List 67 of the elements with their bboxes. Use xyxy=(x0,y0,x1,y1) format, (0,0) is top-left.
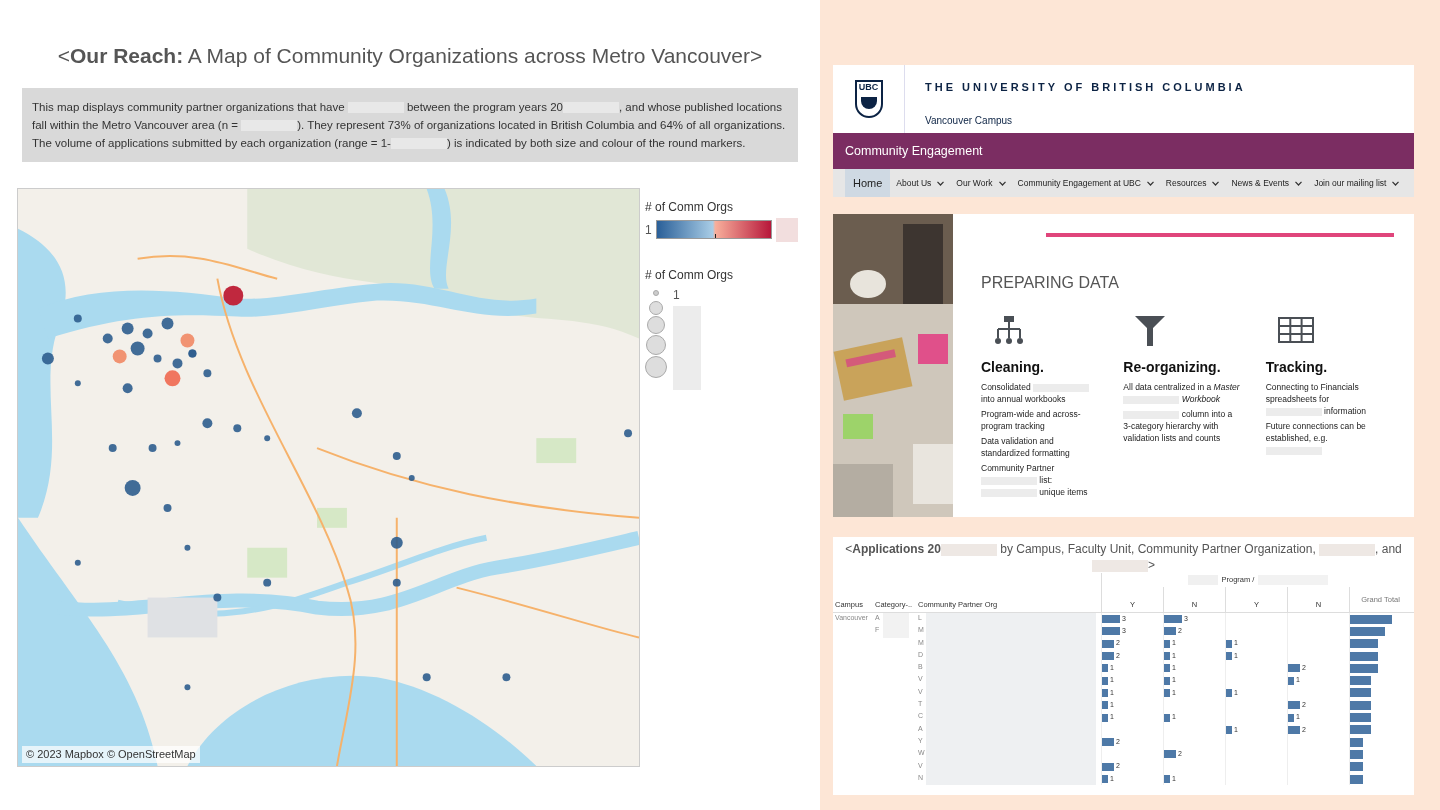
ubc-logo: UBC xyxy=(854,80,883,118)
value-bar xyxy=(1164,627,1176,636)
step-text: column into a 3-category hierarchy with validation lists and counts xyxy=(1123,408,1234,444)
legend-title: # of Comm Orgs xyxy=(645,266,735,284)
step-text: Community Partner list: unique items xyxy=(981,462,1089,498)
value-bar xyxy=(1164,688,1170,697)
value-bar xyxy=(1226,639,1232,648)
value-bar xyxy=(1288,676,1294,685)
value-bar xyxy=(1164,664,1170,673)
value-bar xyxy=(1164,750,1176,759)
legend-title: # of Comm Orgs xyxy=(645,198,735,216)
step-text: Consolidated into annual workbooks xyxy=(981,381,1110,405)
nav-item[interactable]: About Us xyxy=(890,169,951,197)
nav-item[interactable]: Resources xyxy=(1159,169,1226,197)
value-bar xyxy=(1102,676,1108,685)
step-title: Tracking. xyxy=(1265,358,1329,377)
value-bar xyxy=(1164,676,1170,685)
value-bar xyxy=(1288,725,1300,734)
value-bar xyxy=(1102,615,1120,624)
value-bar xyxy=(1226,688,1232,697)
nav-item[interactable]: Join our mailing list xyxy=(1308,169,1406,197)
step-text: Program-wide and across-program tracking xyxy=(981,408,1082,432)
step-title: Cleaning. xyxy=(981,358,1045,377)
value-bar xyxy=(1102,639,1114,648)
section-heading: PREPARING DATA xyxy=(981,273,1120,293)
value-bar xyxy=(1102,688,1108,697)
redaction-block xyxy=(883,613,909,626)
value-bar xyxy=(1164,775,1170,783)
value-bar xyxy=(1102,664,1108,673)
redaction-block xyxy=(775,217,798,242)
value-bar xyxy=(1164,713,1170,722)
value-bar xyxy=(1102,701,1108,710)
nav-item[interactable]: Home xyxy=(845,169,891,197)
hierarchy-icon xyxy=(993,314,1025,346)
value-bar xyxy=(1288,664,1300,673)
legend-min-label: 1 xyxy=(645,221,652,239)
page-title: <Our Reach: A Map of Community Organizations across Metro Vancouver> xyxy=(57,43,763,69)
campus-name: Vancouver Campus xyxy=(925,113,1014,128)
map[interactable]: © 2023 Mapbox © OpenStreetMap xyxy=(17,187,640,767)
funnel-icon xyxy=(1135,314,1166,346)
nav-item[interactable]: News & Events xyxy=(1225,169,1309,197)
applications-title: <Applications 20 by Campus, Faculty Unit, Community Partner Organization, , and > xyxy=(844,541,1403,573)
value-bar xyxy=(1164,615,1182,624)
value-bar xyxy=(1102,652,1114,661)
step-text: Connecting to Financials spreadsheets for information xyxy=(1265,381,1368,417)
value-bar xyxy=(1102,762,1114,771)
value-bar xyxy=(1102,627,1120,636)
nav-item[interactable]: Community Engagement at UBC xyxy=(1011,169,1160,197)
university-name: THE UNIVERSITY OF BRITISH COLUMBIA xyxy=(925,80,1246,95)
step-text: Future connections can be established, e.g. xyxy=(1265,420,1394,456)
value-bar xyxy=(1226,652,1232,661)
value-bar xyxy=(1102,738,1114,747)
nav-item[interactable]: Our Work xyxy=(950,169,1012,197)
table-icon xyxy=(1277,317,1314,343)
value-bar xyxy=(1164,639,1170,648)
value-bar xyxy=(1288,713,1294,722)
map-attribution: © 2023 Mapbox © OpenStreetMap xyxy=(22,746,200,763)
value-bar xyxy=(1102,775,1108,783)
description-text: This map displays community partner organizations that have between the program years 20 , and whose published locations fall within the Metro Vancouver area (n = ). They represent 73% of organizations located in British Columbia and 64% of all organizations. The volume of applications submitted by each organization (range = 1- ) is indicated by both size and colour of the round markers. xyxy=(22,87,798,162)
step-text: Data validation and standardized formatting xyxy=(981,435,1071,459)
legend-min-label: 1 xyxy=(673,286,681,304)
value-bar xyxy=(1288,701,1300,710)
banner-title: Community Engagement xyxy=(845,142,983,160)
step-title: Re-organizing. xyxy=(1123,358,1222,377)
value-bar xyxy=(1226,725,1232,734)
value-bar xyxy=(1164,652,1170,661)
value-bar xyxy=(1102,713,1108,722)
